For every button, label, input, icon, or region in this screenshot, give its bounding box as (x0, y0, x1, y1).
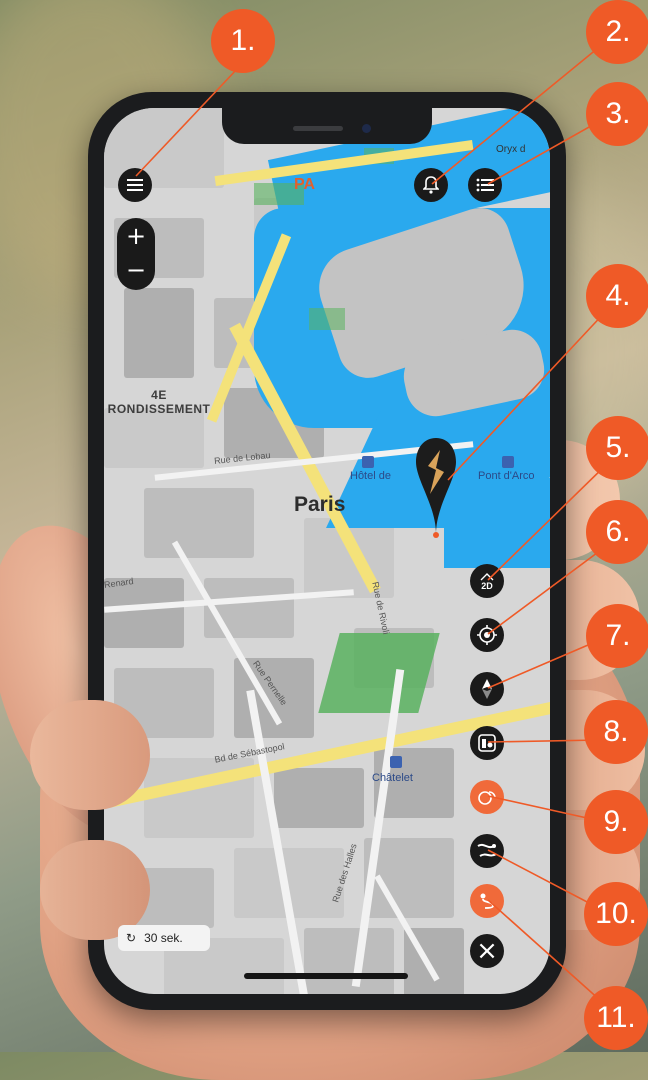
callout-1: 1. (211, 9, 275, 73)
callout-11: 11. (584, 986, 648, 1050)
callout-8: 8. (584, 700, 648, 764)
callout-9: 9. (584, 790, 648, 854)
callout-10: 10. (584, 882, 648, 946)
callout-7: 7. (586, 604, 648, 668)
callout-lines (135, 47, 621, 1019)
callout-3: 3. (586, 82, 648, 146)
callout-2: 2. (586, 0, 648, 64)
callout-6: 6. (586, 500, 648, 564)
callout-5: 5. (586, 416, 648, 480)
callout-4: 4. (586, 264, 648, 328)
